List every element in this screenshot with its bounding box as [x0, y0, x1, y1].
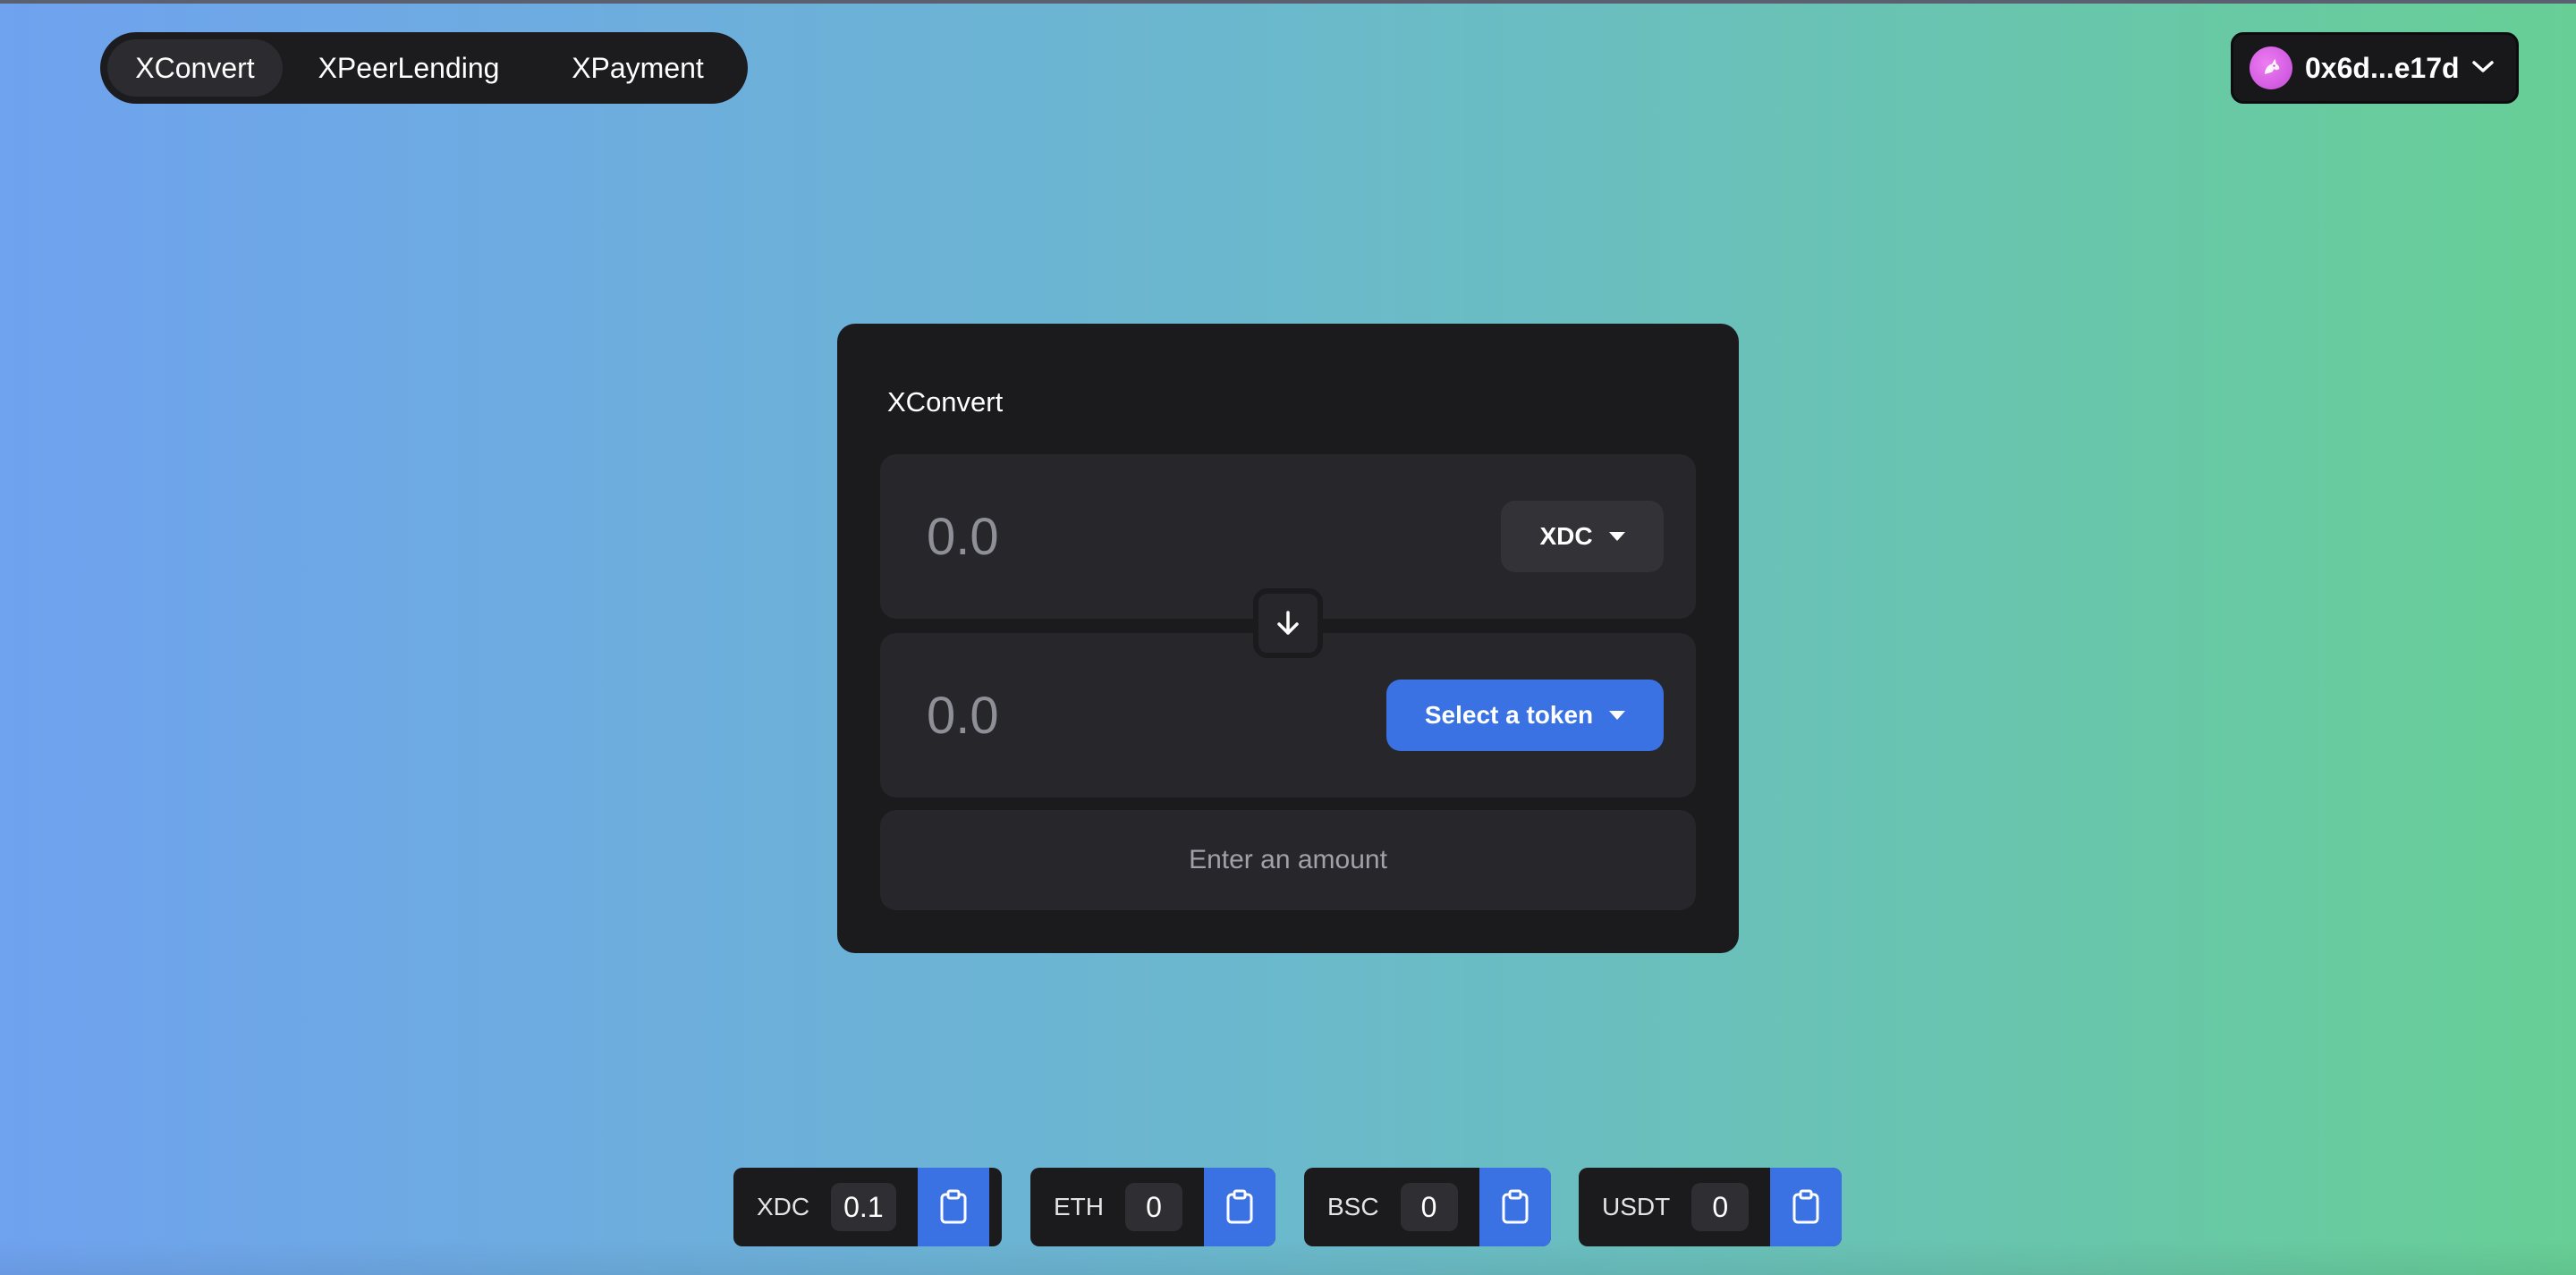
balance-symbol: USDT [1602, 1193, 1671, 1220]
from-amount-input[interactable] [927, 501, 1392, 572]
from-token-label: XDC [1539, 522, 1593, 550]
wallet-account-button[interactable]: 0x6d...e17d [2231, 32, 2519, 104]
unicorn-icon [2250, 46, 2292, 89]
top-nav: XConvert XPeerLending XPayment [100, 32, 748, 104]
nav-tab-xconvert[interactable]: XConvert [107, 39, 283, 97]
balance-chip-bsc: BSC 0 [1304, 1168, 1551, 1246]
card-title: XConvert [887, 386, 1004, 418]
balance-chip-xdc: XDC 0.1 [733, 1168, 1002, 1246]
nav-tab-xpayment[interactable]: XPayment [535, 39, 741, 97]
caret-down-icon [1609, 711, 1626, 720]
swap-direction-button[interactable] [1253, 588, 1323, 658]
enter-amount-button[interactable]: Enter an amount [880, 810, 1696, 910]
balance-chip-eth: ETH 0 [1030, 1168, 1275, 1246]
clipboard-icon [1502, 1189, 1529, 1224]
from-token-select-button[interactable]: XDC [1501, 501, 1664, 572]
copy-usdt-button[interactable] [1770, 1168, 1842, 1246]
wallet-address: 0x6d...e17d [2305, 51, 2460, 84]
chevron-down-icon [2470, 57, 2496, 80]
nav-tab-xpeerlending[interactable]: XPeerLending [283, 39, 535, 97]
clipboard-icon [1226, 1189, 1253, 1224]
balance-symbol: ETH [1054, 1193, 1104, 1220]
clipboard-icon [940, 1189, 967, 1224]
arrow-down-icon [1277, 611, 1299, 635]
copy-bsc-button[interactable] [1479, 1168, 1551, 1246]
copy-eth-button[interactable] [1204, 1168, 1275, 1246]
select-token-label: Select a token [1424, 701, 1594, 729]
select-token-button[interactable]: Select a token [1386, 680, 1664, 751]
clipboard-icon [1792, 1189, 1819, 1224]
convert-card: XConvert XDC Select a token Enter an amo… [837, 324, 1739, 953]
balance-value: 0 [1691, 1183, 1750, 1231]
balance-value: 0 [1125, 1183, 1182, 1231]
balance-value: 0.1 [831, 1183, 896, 1231]
copy-xdc-button[interactable] [917, 1168, 989, 1246]
balance-chip-usdt: USDT 0 [1579, 1168, 1842, 1246]
window-bottom-edge [0, 1239, 2576, 1275]
window-top-edge [0, 0, 2576, 4]
balance-value: 0 [1400, 1183, 1458, 1231]
to-amount-input[interactable] [927, 680, 1392, 751]
caret-down-icon [1608, 532, 1625, 541]
balance-symbol: XDC [757, 1193, 810, 1220]
balance-symbol: BSC [1327, 1193, 1379, 1220]
